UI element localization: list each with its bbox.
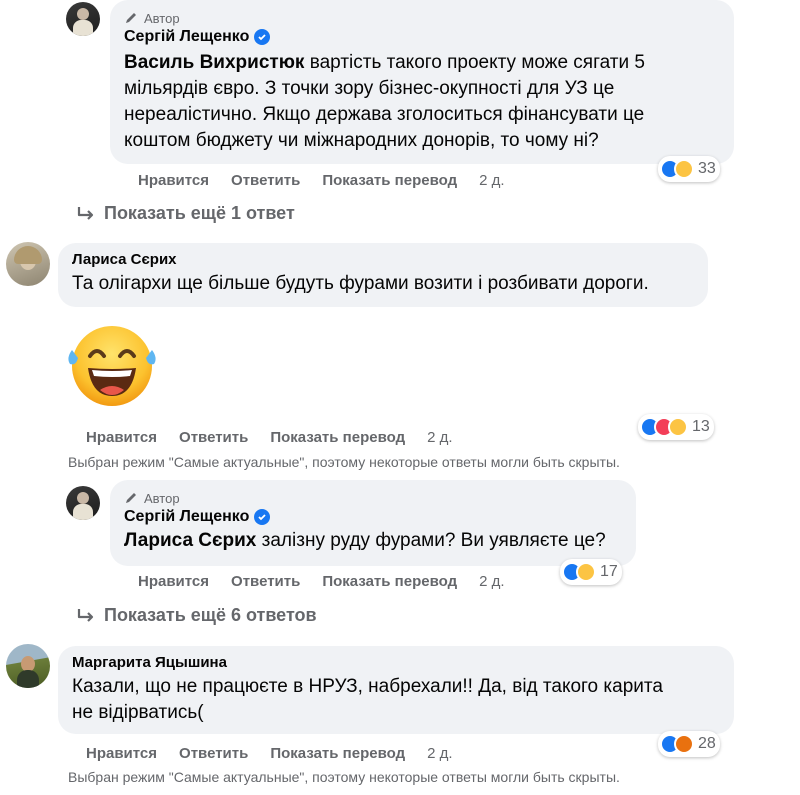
haha-icon [674, 159, 694, 179]
comment-actions: Нравится Ответить Показать перевод 2 д. [138, 172, 527, 189]
avatar[interactable] [6, 242, 50, 286]
like-button[interactable]: Нравится [86, 429, 157, 446]
verified-icon [254, 509, 271, 525]
comment-author[interactable]: Сергій Лещенко [124, 508, 622, 526]
timestamp[interactable]: 2 д. [479, 573, 504, 590]
avatar[interactable] [6, 644, 50, 688]
translate-button[interactable]: Показать перевод [322, 172, 457, 189]
reply-button[interactable]: Ответить [231, 573, 300, 590]
comment-actions: Нравится Ответить Показать перевод 2 д. [86, 429, 475, 446]
comment-text: Василь Вихристюк вартість такого проекту… [124, 52, 645, 151]
angry-icon [674, 734, 694, 754]
reactions-summary[interactable]: 28 [658, 731, 720, 757]
comment-bubble: Автор Сергій Лещенко Василь Вихристюк ва… [110, 0, 734, 164]
reactions-summary[interactable]: 17 [560, 559, 622, 585]
mention-link[interactable]: Лариса Сєрих [124, 530, 256, 551]
translate-button[interactable]: Показать перевод [322, 573, 457, 590]
comment-text: Та олігархи ще більше будуть фурами вози… [72, 273, 649, 294]
reactions-summary[interactable]: 13 [638, 414, 714, 440]
like-button[interactable]: Нравится [86, 745, 157, 762]
show-more-replies[interactable]: Показать ещё 6 ответов [76, 605, 317, 626]
comment-actions: Нравится Ответить Показать перевод 2 д. [86, 745, 475, 762]
filter-notice: Выбран режим "Самые актуальные", поэтому… [68, 769, 620, 785]
like-button[interactable]: Нравится [138, 573, 209, 590]
filter-notice: Выбран режим "Самые актуальные", поэтому… [68, 454, 620, 470]
sad-icon [668, 417, 688, 437]
show-more-replies[interactable]: Показать ещё 1 ответ [76, 203, 295, 224]
author-badge: Автор [124, 8, 720, 28]
comment-bubble: Маргарита Яцышина Казали, що не працюєте… [58, 646, 734, 734]
reply-button[interactable]: Ответить [179, 429, 248, 446]
laughing-tears-emoji [64, 324, 160, 408]
comment-text: Казали, що не працюєте в НРУЗ, набрехали… [72, 676, 663, 723]
timestamp[interactable]: 2 д. [427, 745, 452, 762]
haha-icon [576, 562, 596, 582]
like-button[interactable]: Нравится [138, 172, 209, 189]
comment-author[interactable]: Маргарита Яцышина [72, 654, 720, 671]
translate-button[interactable]: Показать перевод [270, 745, 405, 762]
reply-arrow-icon [77, 206, 94, 220]
comment-author[interactable]: Лариса Сєрих [72, 251, 694, 268]
timestamp[interactable]: 2 д. [479, 172, 504, 189]
comment-author[interactable]: Сергій Лещенко [124, 28, 720, 46]
timestamp[interactable]: 2 д. [427, 429, 452, 446]
mention-link[interactable]: Василь Вихристюк [124, 52, 304, 73]
comment-text: Лариса Сєрих залізну руду фурами? Ви уяв… [124, 530, 606, 551]
reply-button[interactable]: Ответить [231, 172, 300, 189]
comment-actions: Нравится Ответить Показать перевод 2 д. [138, 573, 527, 590]
avatar[interactable] [66, 2, 100, 36]
verified-icon [254, 29, 271, 45]
avatar[interactable] [66, 486, 100, 520]
reply-arrow-icon [77, 608, 94, 622]
pencil-icon [126, 13, 136, 23]
comment-bubble: Лариса Сєрих Та олігархи ще більше будут… [58, 243, 708, 307]
reply-button[interactable]: Ответить [179, 745, 248, 762]
translate-button[interactable]: Показать перевод [270, 429, 405, 446]
comment-bubble: Автор Сергій Лещенко Лариса Сєрих залізн… [110, 480, 636, 566]
reactions-summary[interactable]: 33 [658, 156, 720, 182]
pencil-icon [126, 493, 136, 503]
author-badge: Автор [124, 488, 622, 508]
